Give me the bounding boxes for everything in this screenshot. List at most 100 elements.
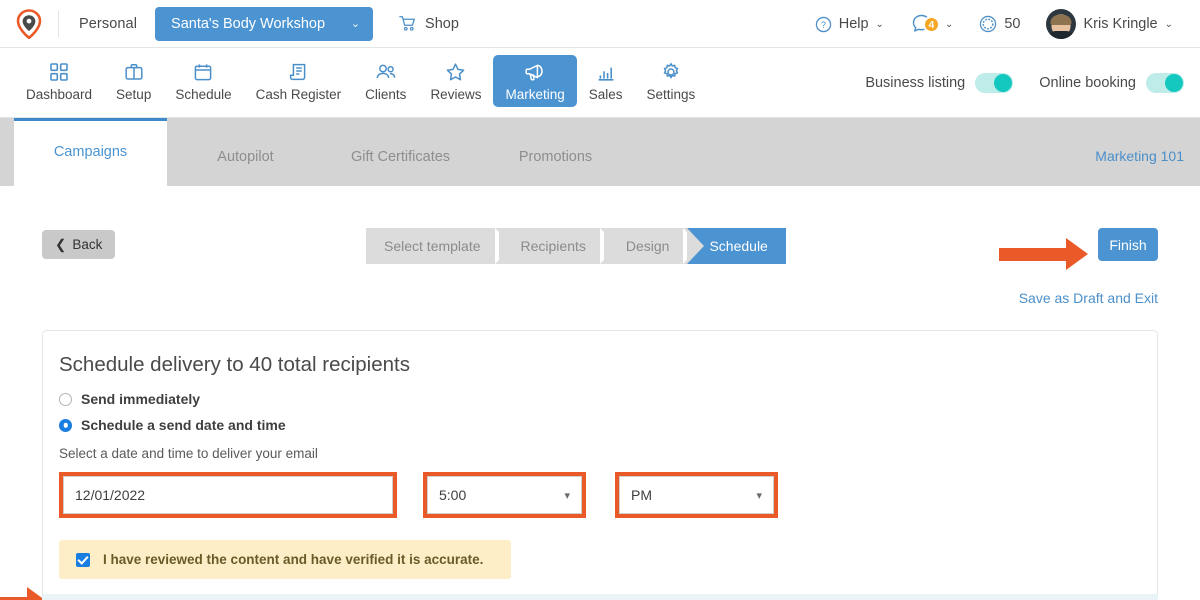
gear-icon [661, 61, 681, 83]
save-as-draft-link[interactable]: Save as Draft and Exit [1019, 290, 1158, 306]
nav-item-reviews[interactable]: Reviews [418, 55, 493, 107]
nav-label: Cash Register [255, 87, 342, 102]
tab-label: Campaigns [53, 144, 128, 160]
radio-send-immediately[interactable] [59, 392, 72, 406]
tab-list: Campaigns Autopilot Gift Certificates Pr… [0, 118, 1200, 186]
bottom-section-strip [42, 594, 1158, 600]
back-button[interactable]: ❮ Back [42, 230, 116, 259]
nav-label: Sales [588, 87, 623, 102]
avatar-hair [1050, 14, 1072, 25]
chevron-down-icon: ▾ [564, 489, 570, 502]
bar-chart-icon [596, 61, 616, 83]
schedule-fields: 5:00 ▾ PM ▾ [59, 472, 1157, 518]
confirm-checkbox[interactable] [76, 552, 90, 567]
help-menu[interactable]: ? Help ⌄ [802, 16, 897, 33]
messages-icon-wrap: 4 [910, 10, 940, 38]
time-value: 5:00 [439, 487, 467, 503]
business-selector[interactable]: Santa's Body Workshop ⌄ [155, 6, 374, 41]
time-field-highlight: 5:00 ▾ [423, 472, 586, 518]
nav-item-schedule[interactable]: Schedule [163, 55, 243, 107]
map-pin-logo-icon [16, 8, 42, 39]
toggle-knob [1165, 74, 1183, 92]
help-label: Help [838, 16, 869, 32]
step-select-template[interactable]: Select template [366, 228, 515, 264]
step-label: Design [625, 238, 670, 254]
nav-toggles: Business listing Online booking [865, 48, 1184, 118]
option-send-immediately[interactable]: Send immediately [59, 391, 1157, 407]
chevron-left-icon: ❮ [55, 236, 67, 252]
question-circle-icon: ? [815, 16, 831, 32]
tab-promotions[interactable]: Promotions [479, 128, 632, 186]
tab-gift-certificates[interactable]: Gift Certificates [324, 128, 477, 186]
chevron-down-icon: ⌄ [875, 18, 884, 30]
shop-label: Shop [425, 15, 459, 32]
toggle-knob [994, 74, 1013, 92]
business-listing-toggle-group: Business listing [865, 73, 1014, 93]
online-booking-toggle[interactable] [1146, 73, 1184, 93]
messages-menu[interactable]: 4 ⌄ [897, 10, 966, 38]
megaphone-icon [524, 61, 546, 83]
schedule-card: Schedule delivery to 40 total recipients… [42, 330, 1158, 600]
marketing-101-link[interactable]: Marketing 101 [1095, 148, 1184, 164]
calendar-icon [193, 61, 213, 83]
arrow-shaft [999, 247, 1067, 261]
points-indicator[interactable]: 50 [966, 15, 1033, 33]
app-window: Personal Santa's Body Workshop ⌄ Shop ? … [0, 0, 1200, 600]
confirm-label: I have reviewed the content and have ver… [103, 552, 484, 567]
finish-button[interactable]: Finish [1098, 228, 1158, 261]
nav-item-clients[interactable]: Clients [353, 55, 418, 107]
receipt-icon [288, 61, 308, 83]
header-actions: ? Help ⌄ 4 ⌄ 50 Kris Kringle ⌄ [802, 0, 1186, 48]
content-verified-banner: I have reviewed the content and have ver… [59, 540, 511, 579]
step-label: Schedule [709, 238, 768, 254]
arrow-shaft [0, 596, 28, 600]
nav-item-dashboard[interactable]: Dashboard [14, 55, 104, 107]
svg-text:?: ? [821, 20, 826, 30]
step-label: Select template [384, 238, 481, 254]
nav-label: Clients [365, 87, 407, 102]
nav-label: Setup [116, 87, 152, 102]
time-select[interactable]: 5:00 ▾ [427, 476, 582, 514]
nav-label: Dashboard [26, 87, 93, 102]
business-listing-label: Business listing [865, 75, 966, 91]
personal-label[interactable]: Personal [59, 16, 155, 32]
grid-icon [49, 61, 69, 83]
option-label: Send immediately [81, 391, 201, 407]
app-logo[interactable] [0, 8, 58, 39]
option-schedule-send[interactable]: Schedule a send date and time [59, 417, 1157, 433]
chevron-down-icon: ▾ [756, 489, 762, 502]
avatar-body [1047, 31, 1076, 39]
meridiem-select[interactable]: PM ▾ [619, 476, 774, 514]
business-listing-toggle[interactable] [975, 73, 1014, 93]
main-navigation: Dashboard Setup Schedule Cash Register C… [0, 48, 1200, 118]
date-field-highlight [59, 472, 397, 518]
tab-campaigns[interactable]: Campaigns [14, 118, 167, 186]
nav-item-settings[interactable]: Settings [635, 55, 708, 107]
shop-link[interactable]: Shop [399, 15, 459, 32]
radio-schedule-send[interactable] [59, 418, 72, 432]
people-icon [375, 61, 397, 83]
user-menu[interactable]: Kris Kringle ⌄ [1033, 9, 1186, 39]
avatar [1046, 9, 1077, 39]
tab-autopilot[interactable]: Autopilot [169, 128, 322, 186]
helper-text: Select a date and time to deliver your e… [59, 446, 318, 461]
online-booking-label: Online booking [1039, 75, 1136, 91]
nav-label: Marketing [505, 87, 565, 102]
nav-item-cash-register[interactable]: Cash Register [244, 55, 354, 107]
date-input[interactable] [63, 476, 393, 514]
cart-icon [399, 16, 415, 31]
nav-item-sales[interactable]: Sales [577, 55, 635, 107]
top-header-bar: Personal Santa's Body Workshop ⌄ Shop ? … [0, 0, 1200, 48]
briefcase-icon [124, 61, 144, 83]
star-icon [445, 61, 466, 83]
annotation-arrow-to-finish [999, 238, 1088, 270]
nav-item-setup[interactable]: Setup [104, 55, 163, 107]
chevron-down-icon: ⌄ [350, 18, 361, 30]
nav-item-marketing[interactable]: Marketing [493, 55, 577, 107]
step-label: Recipients [520, 238, 586, 254]
nav-label: Settings [646, 87, 696, 102]
meridiem-value: PM [631, 487, 652, 503]
user-name: Kris Kringle [1083, 16, 1158, 32]
arrow-head [1066, 238, 1088, 270]
tab-label: Gift Certificates [350, 149, 451, 165]
